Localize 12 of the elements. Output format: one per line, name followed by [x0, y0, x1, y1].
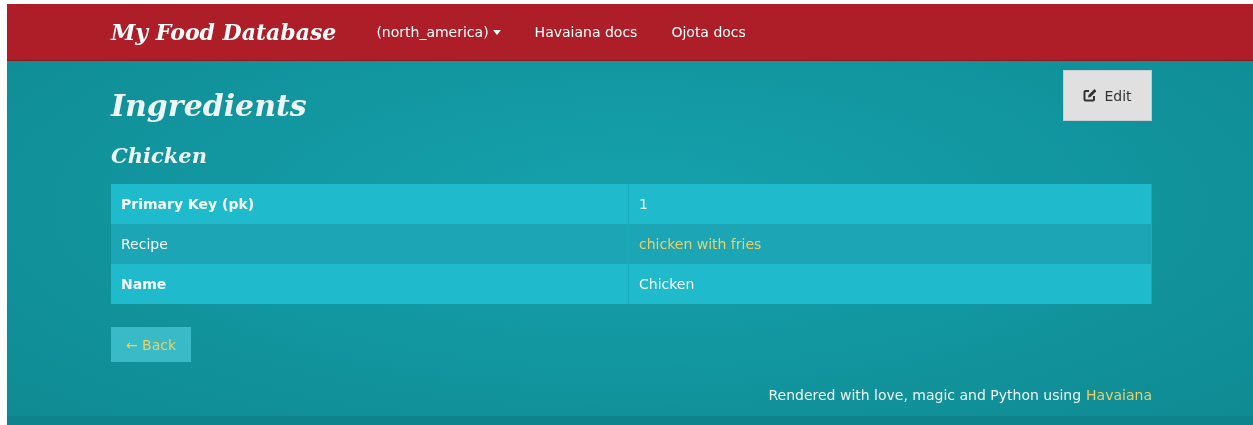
- table-cell: Name: [111, 264, 629, 304]
- table-cell: Chicken: [628, 264, 1152, 304]
- nav-link[interactable]: Havaiana docs: [534, 24, 638, 40]
- footer-text: Rendered with love, magic and Python using: [768, 387, 1082, 403]
- region-dropdown[interactable]: (north_america): [376, 24, 501, 40]
- nav-link[interactable]: Ojota docs: [671, 24, 746, 40]
- edit-button[interactable]: Edit: [1063, 70, 1152, 121]
- brand-title[interactable]: My Food Database: [111, 19, 337, 45]
- caret-icon: [492, 29, 501, 35]
- page-title: Ingredients: [111, 88, 307, 123]
- record-title: Chicken: [111, 143, 208, 168]
- edit-icon: [1083, 89, 1097, 102]
